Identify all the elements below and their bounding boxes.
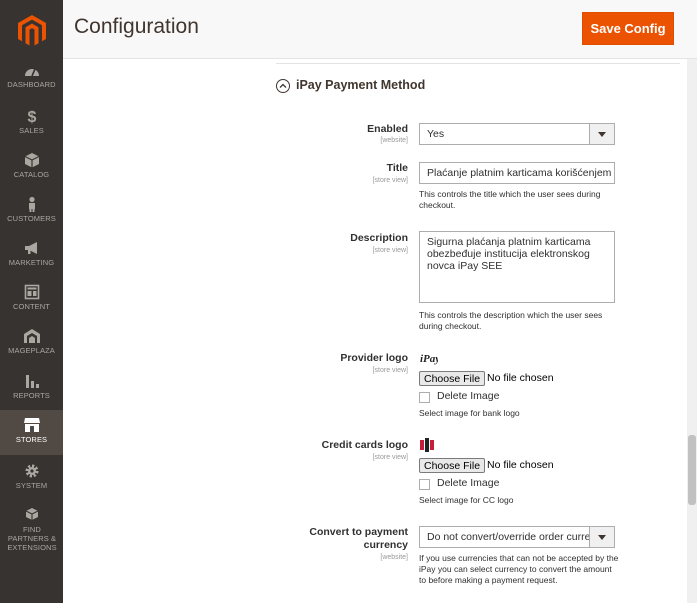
nav-item-catalog[interactable]: CATALOG [0, 152, 63, 196]
nav-label: CONTENT [13, 302, 50, 311]
dollar-icon: $ [27, 109, 36, 124]
nav-label: SALES [19, 126, 44, 135]
person-icon [28, 196, 35, 212]
admin-sidebar: DASHBOARD $ SALES CATALOG CUSTOMERS MARK… [0, 0, 63, 603]
boxes-icon [25, 508, 38, 520]
ipay-logo-icon: iPay [420, 353, 438, 365]
cc-logo-note: Select image for CC logo [419, 495, 514, 505]
provider-logo-file-status: No file chosen [487, 372, 554, 384]
nav-label: REPORTS [13, 391, 50, 400]
description-textarea[interactable]: Sigurna plaćanja platnim karticama obezb… [419, 231, 615, 303]
title-input[interactable]: Plaćanje platnim karticama korišćenjem [419, 162, 615, 184]
svg-text:$: $ [27, 109, 36, 124]
cc-logo-scope: [store view] [372, 454, 408, 461]
currency-note: If you use currencies that can not be ac… [419, 553, 619, 585]
currency-label: Convert to payment currency [309, 526, 408, 551]
title-scope: [store view] [372, 177, 408, 184]
section-title: iPay Payment Method [296, 78, 426, 92]
section-divider [276, 63, 680, 64]
config-form: iPay Payment Method Enabled [website] Ye… [63, 59, 697, 603]
cc-logo-choose-file-button[interactable]: Choose File [419, 458, 486, 473]
nav-item-sales[interactable]: $ SALES [0, 108, 63, 152]
provider-logo-note: Select image for bank logo [419, 408, 520, 418]
svg-text:iPay: iPay [420, 353, 438, 365]
description-note: This controls the description which the … [419, 310, 603, 331]
nav-label: MARKETING [8, 258, 55, 267]
nav-item-customers[interactable]: CUSTOMERS [0, 196, 63, 240]
nav-item-system[interactable]: SYSTEM [0, 463, 63, 507]
store-icon [23, 418, 40, 432]
gear-icon [25, 464, 38, 478]
nav-label: STORES [15, 435, 48, 444]
cc-logo-file-status: No file chosen [487, 459, 554, 471]
nav-label: FIND PARTNERS & EXTENSIONS [7, 525, 57, 552]
nav-label: SYSTEM [15, 481, 48, 490]
nav-label: CUSTOMERS [7, 214, 56, 223]
currency-select[interactable]: Do not convert/override order currency [419, 526, 615, 548]
nav-label: CATALOG [13, 170, 50, 179]
cc-logo-delete-label: Delete Image [437, 477, 500, 489]
currency-scope: [website] [380, 554, 408, 561]
enabled-value: Yes [427, 128, 445, 140]
chevron-up-icon [276, 79, 290, 93]
chevron-down-icon [589, 527, 614, 547]
bar-chart-icon [25, 375, 39, 388]
cc-logo-label: Credit cards logo [321, 439, 408, 451]
provider-logo-delete-label: Delete Image [437, 390, 500, 402]
provider-logo-delete-checkbox[interactable] [419, 392, 430, 403]
description-label: Description [350, 232, 408, 244]
description-scope: [store view] [372, 247, 408, 254]
page-header: Configuration Save Config [63, 0, 697, 59]
enabled-label: Enabled [367, 123, 408, 135]
currency-value: Do not convert/override order currency [427, 531, 607, 543]
scrollbar-thumb[interactable] [688, 435, 696, 505]
credit-cards-logo-icon [420, 438, 434, 452]
dashboard-icon [24, 68, 39, 77]
save-config-button[interactable]: Save Config [582, 12, 674, 45]
nav-label: MAGEPLAZA [8, 346, 55, 355]
mageplaza-icon [23, 329, 40, 343]
page-title: Configuration [74, 15, 199, 38]
magento-logo-icon[interactable] [17, 14, 47, 48]
chevron-down-icon [589, 124, 614, 144]
provider-logo-scope: [store view] [372, 367, 408, 374]
cc-logo-delete-checkbox[interactable] [419, 479, 430, 490]
megaphone-icon [24, 242, 37, 254]
nav-item-stores[interactable]: STORES [0, 410, 63, 455]
enabled-select[interactable]: Yes [419, 123, 615, 145]
enabled-scope: [website] [380, 137, 408, 144]
nav-item-find-partners[interactable]: FIND PARTNERS & EXTENSIONS [0, 507, 63, 557]
nav-item-dashboard[interactable]: DASHBOARD [0, 64, 63, 108]
page-scrollbar[interactable] [687, 59, 697, 603]
nav-item-marketing[interactable]: MARKETING [0, 240, 63, 284]
provider-logo-label: Provider logo [340, 352, 408, 364]
nav-item-mageplaza[interactable]: MAGEPLAZA [0, 328, 63, 372]
cube-icon [24, 153, 39, 168]
title-note: This controls the title which the user s… [419, 189, 601, 210]
provider-logo-choose-file-button[interactable]: Choose File [419, 371, 486, 386]
content-layout-icon [24, 284, 39, 300]
nav-item-content[interactable]: CONTENT [0, 284, 63, 328]
nav-label: DASHBOARD [7, 80, 56, 89]
title-label: Title [386, 162, 408, 174]
